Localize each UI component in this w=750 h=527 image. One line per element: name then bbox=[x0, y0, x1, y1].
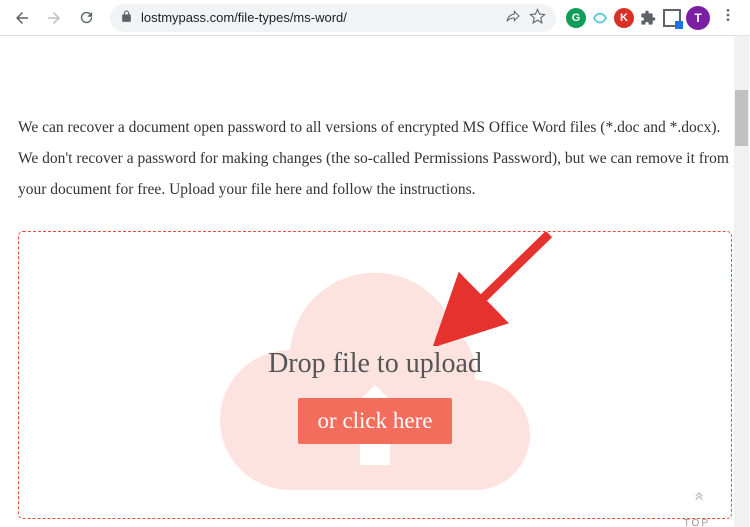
lock-icon bbox=[120, 10, 133, 26]
address-bar[interactable]: lostmypass.com/file-types/ms-word/ bbox=[110, 4, 556, 32]
annotation-arrow bbox=[429, 231, 559, 346]
extension-square-icon[interactable] bbox=[662, 8, 682, 28]
page-content: We can recover a document open password … bbox=[0, 36, 750, 527]
extension-k-icon[interactable]: K bbox=[614, 8, 634, 28]
back-button[interactable] bbox=[8, 4, 36, 32]
description-text: We can recover a document open password … bbox=[18, 112, 732, 205]
drop-label: Drop file to upload bbox=[268, 348, 482, 380]
extension-grammarly-icon[interactable]: G bbox=[566, 8, 586, 28]
browser-toolbar: lostmypass.com/file-types/ms-word/ G K T bbox=[0, 0, 750, 36]
forward-button[interactable] bbox=[40, 4, 68, 32]
extension-swirl-icon[interactable] bbox=[590, 8, 610, 28]
url-text: lostmypass.com/file-types/ms-word/ bbox=[141, 10, 497, 25]
profile-avatar[interactable]: T bbox=[686, 6, 710, 30]
bookmark-star-icon[interactable] bbox=[529, 8, 546, 28]
share-icon[interactable] bbox=[505, 8, 521, 27]
top-label: TOP bbox=[684, 518, 710, 527]
extension-puzzle-icon[interactable] bbox=[638, 8, 658, 28]
upload-dropzone[interactable]: Drop file to upload or click here bbox=[18, 231, 732, 519]
click-here-button[interactable]: or click here bbox=[298, 398, 453, 444]
reload-button[interactable] bbox=[72, 4, 100, 32]
scroll-top-icon[interactable] bbox=[691, 487, 707, 506]
browser-menu-icon[interactable] bbox=[714, 7, 742, 28]
